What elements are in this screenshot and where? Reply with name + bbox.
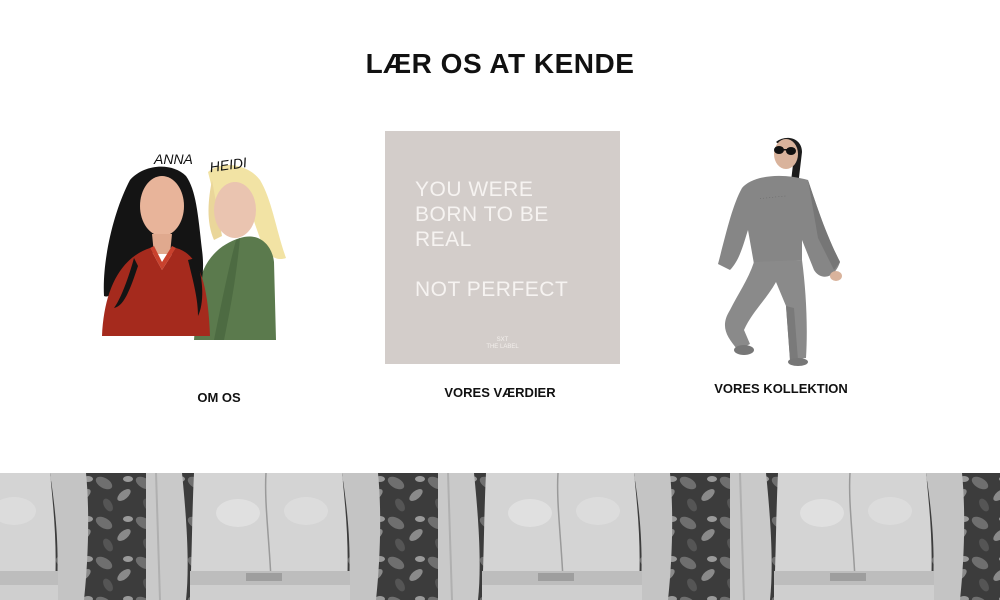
anna-label: ANNA	[153, 151, 193, 167]
card-vores-kollektion[interactable]: · · · · · · · · · VORES KOLLEKTION	[690, 130, 860, 400]
quote-text: YOU WERE BORN TO BE REAL NOT PERFECT	[415, 177, 568, 302]
photo-strip	[0, 473, 1000, 600]
page-title: LÆR OS AT KENDE	[365, 48, 635, 79]
card-label-om-os[interactable]: OM OS	[89, 390, 349, 405]
values-quote-image[interactable]: YOU WERE BORN TO BE REAL NOT PERFECT SXT…	[385, 131, 620, 364]
quote-line: YOU WERE	[415, 178, 534, 201]
collection-model-illustration: · · · · · · · · ·	[718, 137, 842, 366]
quote-line: BORN TO BE	[415, 203, 549, 226]
anna-heidi-illustration: ANNA HEIDI	[102, 151, 286, 340]
card-vores-vaerdier[interactable]: YOU WERE BORN TO BE REAL NOT PERFECT SXT…	[0, 0, 620, 400]
photo-strip-image	[0, 473, 1000, 600]
sxt-logo: SXT THE LABEL	[385, 337, 620, 351]
card-label-vores-kollektion[interactable]: VORES KOLLEKTION	[651, 381, 911, 396]
logo-mark: SXT	[496, 337, 509, 343]
card-om-os[interactable]: ANNA HEIDI OM OS	[90, 140, 300, 410]
quote-line: NOT PERFECT	[415, 278, 569, 301]
logo-subtitle: THE LABEL	[486, 344, 519, 350]
card-label-vores-vaerdier[interactable]: VORES VÆRDIER	[370, 385, 630, 400]
quote-line: REAL	[415, 228, 472, 251]
